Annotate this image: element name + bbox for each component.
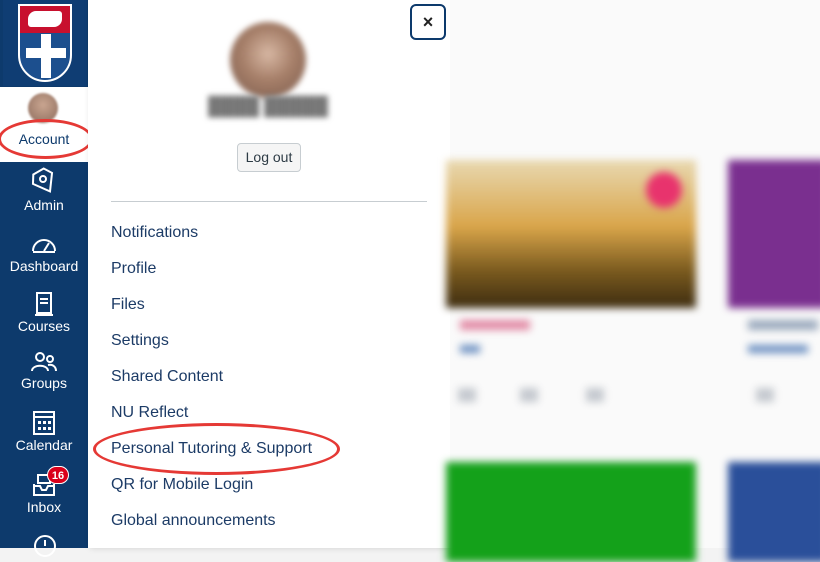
nav-item-inbox[interactable]: Inbox <box>0 472 88 515</box>
card-action-icon[interactable] <box>756 388 774 402</box>
logout-button[interactable]: Log out <box>237 143 301 172</box>
course-card-image[interactable] <box>728 462 820 562</box>
close-tray-button[interactable]: × <box>410 4 446 40</box>
nav-item-courses[interactable]: Courses <box>0 291 88 334</box>
nav-item-label: Calendar <box>15 437 73 453</box>
course-card-title <box>748 320 818 330</box>
dashboard-gauge-icon <box>32 239 56 253</box>
user-name-blurred: ████ █████ <box>208 96 328 116</box>
account-tray: × ████ █████ Log out Notifications Profi… <box>88 0 450 548</box>
course-card-image[interactable] <box>446 462 696 562</box>
inbox-unread-badge: 16 <box>47 466 69 484</box>
tutoring-highlight-ring <box>93 423 340 475</box>
nav-item-label: Courses <box>17 318 71 334</box>
nav-item-label: Groups <box>21 375 67 391</box>
menu-item-files[interactable]: Files <box>111 294 312 330</box>
account-menu: Notifications Profile Files Settings Sha… <box>111 222 312 546</box>
course-card-image[interactable] <box>728 160 820 308</box>
menu-item-profile[interactable]: Profile <box>111 258 312 294</box>
course-card-subtitle <box>460 345 480 353</box>
divider <box>111 201 427 202</box>
profile-avatar <box>230 22 306 98</box>
nav-item-calendar[interactable]: Calendar <box>0 408 88 453</box>
menu-item-notifications[interactable]: Notifications <box>111 222 312 258</box>
nav-item-label: Admin <box>24 197 64 213</box>
menu-item-qr-mobile-login[interactable]: QR for Mobile Login <box>111 474 312 510</box>
card-action-icon[interactable] <box>458 388 476 402</box>
menu-item-settings[interactable]: Settings <box>111 330 312 366</box>
global-nav: Account Admin Dashboard Courses Groups C… <box>0 0 88 557</box>
menu-item-global-announcements[interactable]: Global announcements <box>111 510 312 546</box>
nav-item-label: Inbox <box>26 499 62 515</box>
calendar-icon <box>33 411 55 435</box>
card-action-icon[interactable] <box>520 388 538 402</box>
course-card-dot <box>646 172 682 208</box>
courses-book-icon <box>35 292 53 316</box>
account-highlight-ring <box>0 119 93 159</box>
groups-people-icon <box>31 352 57 372</box>
course-card-title <box>460 320 530 330</box>
crest-icon <box>18 4 72 82</box>
university-logo[interactable] <box>3 0 87 86</box>
nav-item-label: Dashboard <box>9 258 79 274</box>
menu-item-shared-content[interactable]: Shared Content <box>111 366 312 402</box>
admin-shield-icon <box>31 167 54 193</box>
course-card-subtitle <box>748 345 808 353</box>
card-action-icon[interactable] <box>586 388 604 402</box>
nav-item-dashboard[interactable]: Dashboard <box>0 231 88 274</box>
dashboard-background <box>446 0 820 562</box>
history-clock-icon[interactable] <box>32 533 58 559</box>
close-icon: × <box>422 11 434 32</box>
nav-item-admin[interactable]: Admin <box>0 166 88 213</box>
nav-item-groups[interactable]: Groups <box>0 350 88 391</box>
